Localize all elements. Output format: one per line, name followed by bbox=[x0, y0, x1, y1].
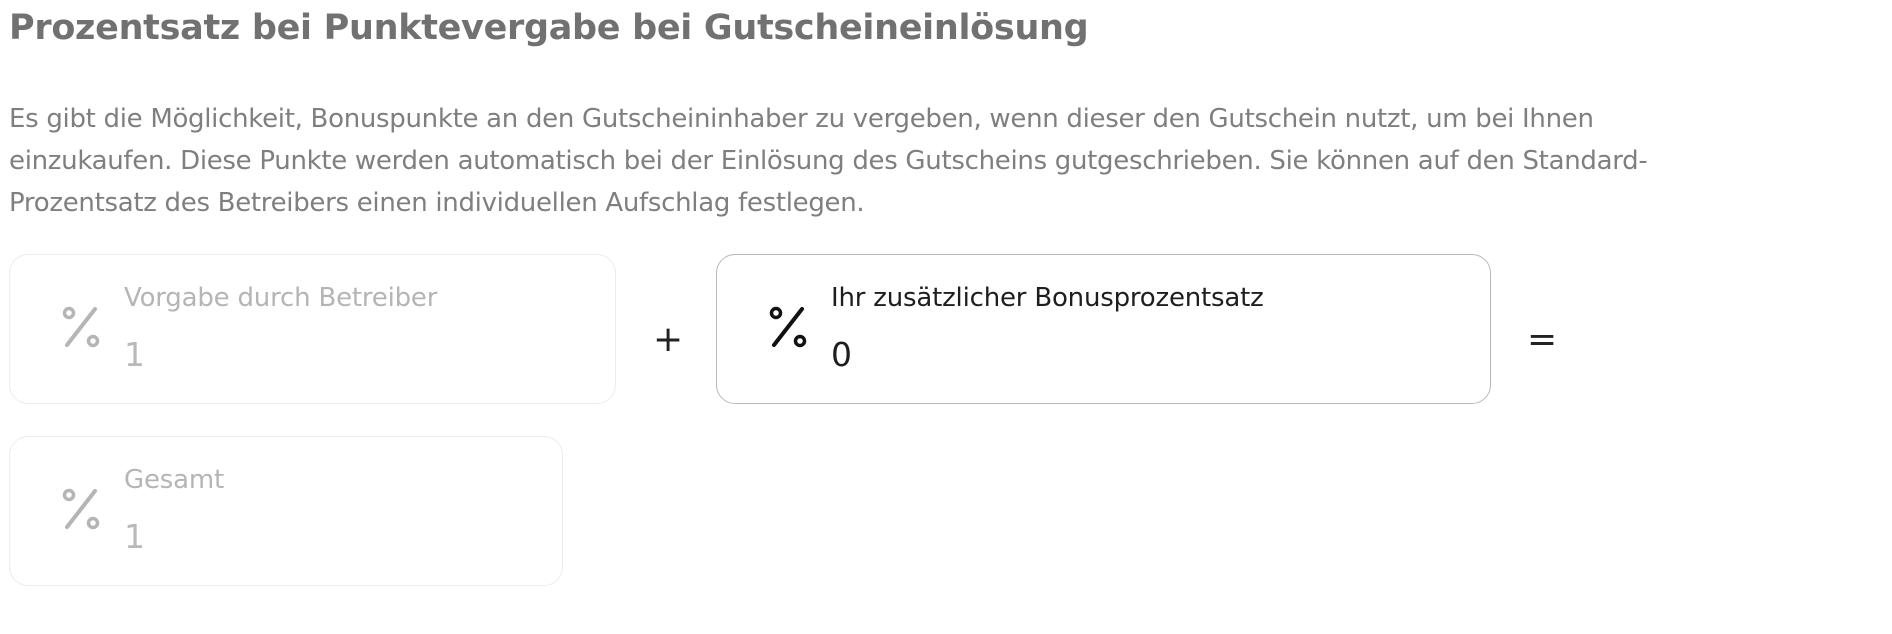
section-description: Es gibt die Möglichkeit, Bonuspunkte an … bbox=[9, 98, 1869, 224]
operator-percentage-field: Vorgabe durch Betreiber bbox=[9, 254, 724, 404]
total-percentage-input bbox=[124, 517, 724, 556]
operator-percentage-input bbox=[124, 335, 724, 374]
section-title: Prozentsatz bei Punktevergabe bei Gutsch… bbox=[9, 8, 1089, 48]
percent-icon bbox=[765, 299, 811, 355]
total-percentage-field: Gesamt bbox=[9, 436, 724, 586]
bonus-percentage-input[interactable] bbox=[831, 335, 1431, 374]
description-line: Es gibt die Möglichkeit, Bonuspunkte an … bbox=[9, 104, 1594, 134]
description-line: einzukaufen. Diese Punkte werden automat… bbox=[9, 146, 1648, 176]
plus-sign: + bbox=[653, 319, 684, 360]
percent-icon bbox=[58, 481, 104, 537]
description-line: Prozentsatz des Betreibers einen individ… bbox=[9, 188, 865, 218]
bonus-percentage-label: Ihr zusätzlicher Bonusprozentsatz bbox=[831, 283, 1264, 313]
percent-icon bbox=[58, 299, 104, 355]
total-percentage-label: Gesamt bbox=[124, 465, 224, 495]
equals-sign: = bbox=[1527, 319, 1558, 360]
operator-percentage-label: Vorgabe durch Betreiber bbox=[124, 283, 438, 313]
bonus-percentage-field[interactable]: Ihr zusätzlicher Bonusprozentsatz bbox=[716, 254, 1491, 404]
